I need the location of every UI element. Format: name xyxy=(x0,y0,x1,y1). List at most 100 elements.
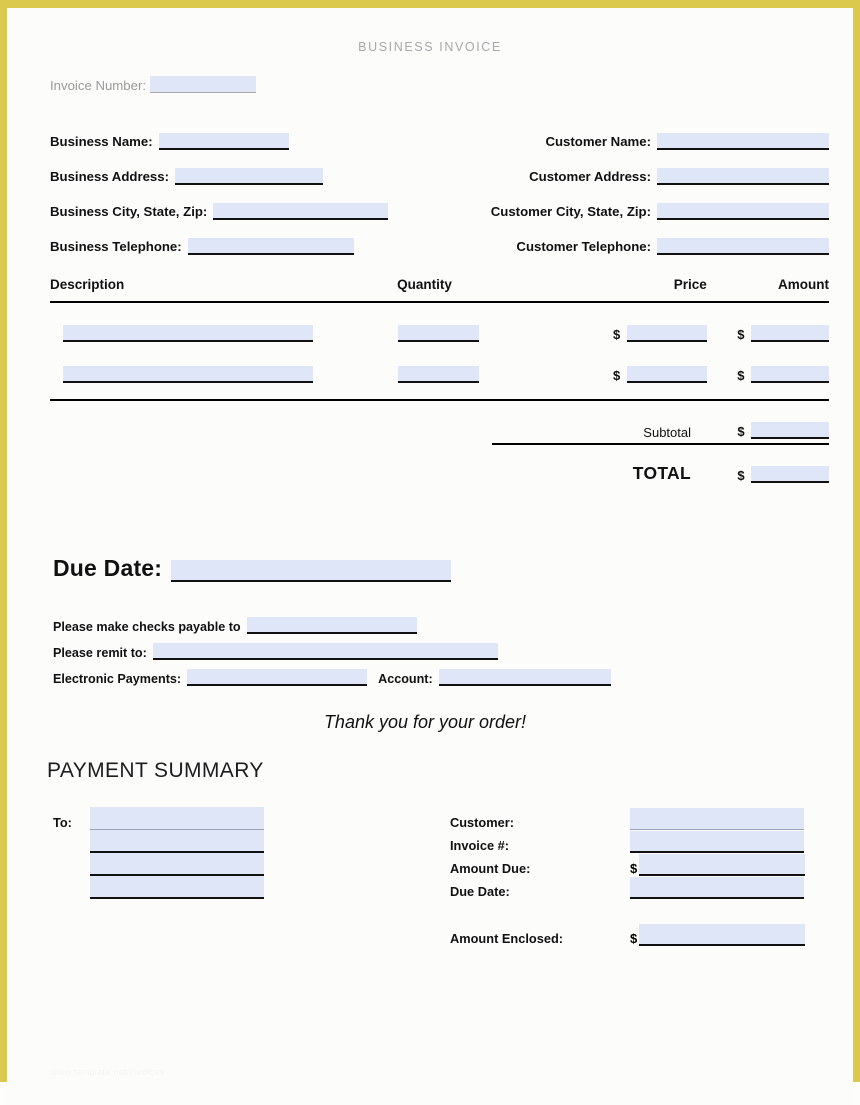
currency-symbol-icon: $ xyxy=(737,368,745,383)
total-input[interactable] xyxy=(751,466,829,483)
currency-symbol-icon: $ xyxy=(737,424,745,439)
to-address-line-4[interactable] xyxy=(89,876,264,899)
summary-customer-input[interactable] xyxy=(630,808,804,830)
thank-you-message: Thank you for your order! xyxy=(323,712,527,732)
field-customer-address: Customer Address: xyxy=(491,150,829,185)
cell-quantity xyxy=(397,325,571,344)
totals-section: Subtotal $ TOTAL $ xyxy=(50,401,829,485)
currency-symbol-icon: $ xyxy=(613,368,621,383)
table-bottom-rule xyxy=(50,399,829,401)
column-header-price: Price xyxy=(673,277,707,292)
account-input[interactable] xyxy=(438,669,611,686)
item-description-input-1[interactable] xyxy=(63,325,313,342)
invoice-sheet: BUSINESS INVOICE Invoice Number: Busines… xyxy=(7,40,853,1105)
customer-address-input[interactable] xyxy=(657,168,829,185)
remit-to-label: Please remit to: xyxy=(53,646,147,660)
customer-name-label: Customer Name: xyxy=(545,134,651,149)
field-business-name: Business Name: xyxy=(50,115,388,150)
field-business-address: Business Address: xyxy=(50,150,388,185)
cell-description xyxy=(50,325,397,344)
electronic-payments-row: Electronic Payments: Account: xyxy=(53,660,853,686)
business-address-label: Business Address: xyxy=(50,169,169,184)
customer-telephone-label: Customer Telephone: xyxy=(516,239,651,254)
field-customer-telephone: Customer Telephone: xyxy=(491,220,829,255)
item-amount-input-1[interactable] xyxy=(750,325,829,342)
invoice-number-input[interactable] xyxy=(150,76,257,93)
field-business-telephone: Business Telephone: xyxy=(50,220,388,255)
item-description-input-2[interactable] xyxy=(63,366,313,383)
table-row: $ $ xyxy=(50,303,829,344)
to-address-line-2[interactable] xyxy=(89,830,264,853)
remit-to-row: Please remit to: xyxy=(53,634,853,660)
summary-invoice-number-row: Invoice #: xyxy=(450,830,805,853)
due-date-label: Due Date: xyxy=(53,555,163,581)
due-date-row: Due Date: xyxy=(53,555,853,582)
column-header-amount: Amount xyxy=(777,277,829,292)
invoice-number-label: Invoice Number: xyxy=(50,78,147,93)
business-city-state-zip-input[interactable] xyxy=(213,203,389,220)
summary-due-date-input[interactable] xyxy=(630,877,804,899)
remit-instructions: Please make checks payable to Please rem… xyxy=(53,608,853,686)
item-price-input-2[interactable] xyxy=(626,366,707,383)
cell-description xyxy=(50,366,397,385)
payment-summary-to-block: To: xyxy=(53,807,264,899)
amount-enclosed-row: Amount Enclosed: $ xyxy=(450,923,806,946)
cell-amount: $ xyxy=(707,325,829,344)
line-items-table: Description Quantity Price Amount $ $ $ … xyxy=(50,277,829,401)
invoice-number-row: Invoice Number: xyxy=(7,76,853,95)
customer-address-label: Customer Address: xyxy=(529,169,651,184)
cell-price: $ xyxy=(571,325,707,344)
electronic-payments-input[interactable] xyxy=(187,669,368,686)
business-name-input[interactable] xyxy=(158,133,289,150)
account-label: Account: xyxy=(378,672,433,686)
business-details-column: Business Name: Business Address: Busines… xyxy=(50,115,389,255)
item-price-input-1[interactable] xyxy=(626,325,707,342)
customer-telephone-input[interactable] xyxy=(657,238,829,255)
summary-invoice-number-input[interactable] xyxy=(630,831,804,853)
item-quantity-input-1[interactable] xyxy=(398,325,480,342)
watermark-text: www.template.net/invoices xyxy=(51,1067,165,1077)
to-address-line-1[interactable] xyxy=(89,807,264,830)
electronic-payments-label: Electronic Payments: xyxy=(53,672,182,686)
field-customer-city-state-zip: Customer City, State, Zip: xyxy=(491,185,829,220)
business-address-input[interactable] xyxy=(174,168,323,185)
currency-symbol-icon: $ xyxy=(613,327,621,342)
customer-city-state-zip-input[interactable] xyxy=(657,203,829,220)
customer-details-column: Customer Name: Customer Address: Custome… xyxy=(491,115,829,255)
remit-to-input[interactable] xyxy=(152,643,498,660)
summary-due-date-label: Due Date: xyxy=(450,884,510,899)
summary-customer-label: Customer: xyxy=(450,815,514,830)
currency-symbol-icon: $ xyxy=(737,327,745,342)
cell-price: $ xyxy=(571,366,707,385)
payment-summary-fields: Customer: Invoice #: Amount Due: $ Due D… xyxy=(450,807,806,946)
business-telephone-label: Business Telephone: xyxy=(50,239,182,254)
business-telephone-input[interactable] xyxy=(187,238,354,255)
currency-symbol-icon: $ xyxy=(630,931,638,946)
table-row: $ $ xyxy=(50,344,829,385)
currency-symbol-icon: $ xyxy=(630,861,638,876)
column-header-description: Description xyxy=(50,277,125,292)
checks-payable-input[interactable] xyxy=(246,617,417,634)
item-quantity-input-2[interactable] xyxy=(398,366,480,383)
summary-amount-due-input[interactable] xyxy=(639,854,806,876)
payment-summary-body: To: Customer: Invoice #: Amount Due: $ D… xyxy=(7,807,853,957)
checks-payable-label: Please make checks payable to xyxy=(53,620,241,634)
subtotal-label: Subtotal xyxy=(643,425,691,440)
summary-amount-due-label: Amount Due: xyxy=(450,861,531,876)
due-date-input[interactable] xyxy=(171,560,452,582)
total-label: TOTAL xyxy=(632,463,691,483)
subtotal-input[interactable] xyxy=(751,422,829,439)
business-name-label: Business Name: xyxy=(50,134,153,149)
amount-enclosed-input[interactable] xyxy=(639,924,806,946)
subtotal-row: Subtotal $ xyxy=(50,401,829,441)
table-header-row: Description Quantity Price Amount xyxy=(50,277,829,301)
cell-amount: $ xyxy=(707,366,829,385)
customer-name-input[interactable] xyxy=(657,133,829,150)
item-amount-input-2[interactable] xyxy=(750,366,829,383)
column-header-quantity: Quantity xyxy=(397,277,452,292)
business-city-state-zip-label: Business City, State, Zip: xyxy=(50,204,208,219)
to-address-line-3[interactable] xyxy=(89,853,264,876)
field-business-city-state-zip: Business City, State, Zip: xyxy=(50,185,389,220)
cell-quantity xyxy=(397,366,571,385)
summary-amount-due-row: Amount Due: $ xyxy=(450,853,806,876)
